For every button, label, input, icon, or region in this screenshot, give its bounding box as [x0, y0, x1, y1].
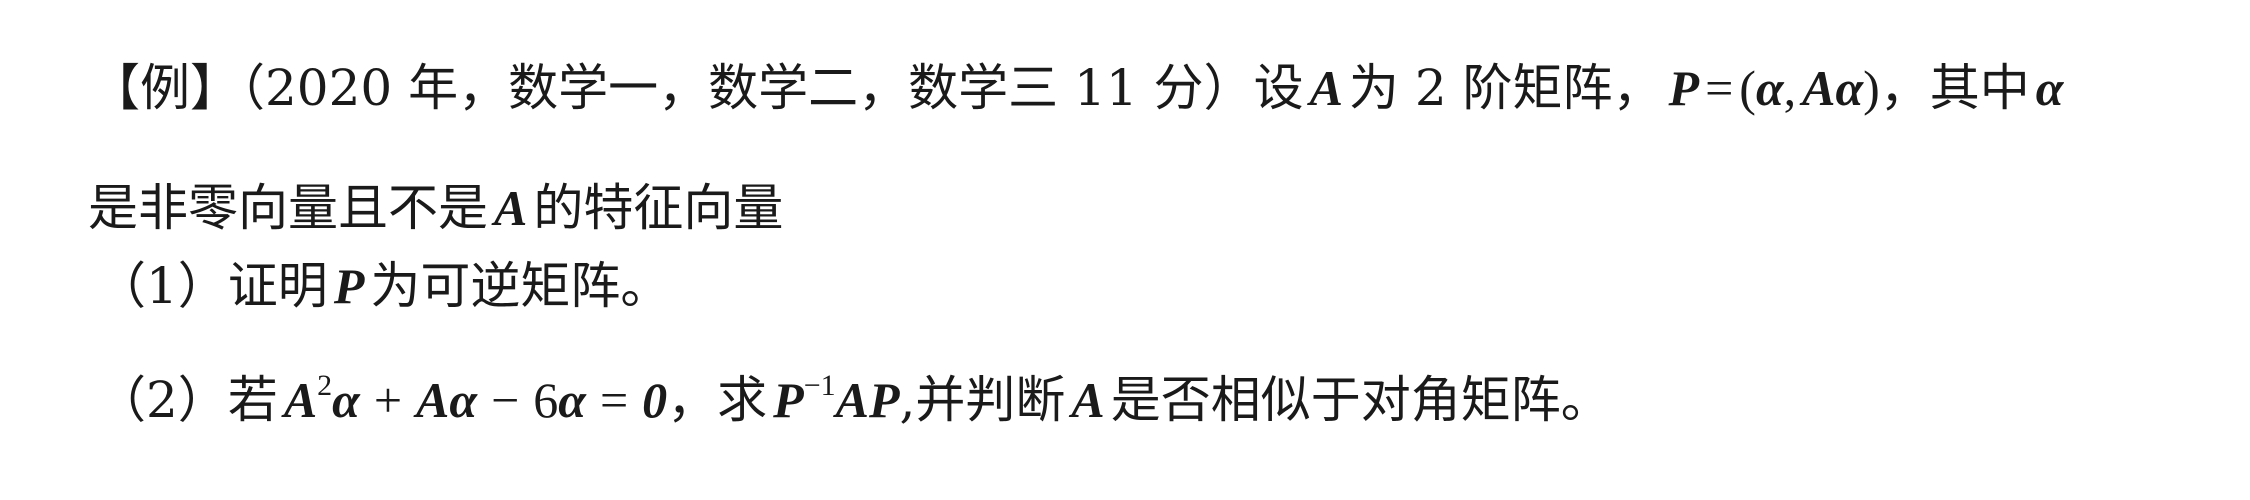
text-nonzero: 是非零向量且不是: [88, 179, 488, 237]
math-minus: −: [491, 372, 520, 428]
question-1: （1）证明 P 为可逆矩阵。: [96, 254, 670, 318]
math-equals: =: [1705, 60, 1734, 116]
source-note: （2020 年，数学一，数学二，数学三 11 分）: [240, 59, 1254, 117]
math-alpha: α: [558, 372, 586, 428]
math-lparen: (: [1739, 60, 1756, 116]
example-tag: 【例】: [90, 59, 240, 117]
text-where: ，其中: [1879, 59, 2030, 117]
text-set: 设: [1253, 59, 1304, 117]
math-alpha-end: α: [2035, 60, 2064, 116]
math-P: P: [1668, 60, 1700, 116]
text-ask: ，求: [667, 371, 768, 429]
math-A-alpha: Aα: [416, 372, 478, 428]
question-2-label: （2）若: [96, 371, 278, 429]
math-A-squared: A2: [283, 369, 333, 429]
document-page: 【例】（2020 年，数学一，数学二，数学三 11 分）设 A 为 2 阶矩阵， P =…: [0, 0, 2250, 500]
math-plus: +: [373, 372, 403, 428]
text-similar: 是否相似于对角矩阵。: [1110, 371, 1611, 429]
math-six: 6: [533, 372, 559, 428]
text-order: 为 2 阶矩阵，: [1348, 59, 1663, 117]
math-alpha: α: [332, 372, 360, 428]
problem-condition-line: 是非零向量且不是 A 的特征向量: [88, 176, 783, 240]
math-AP: AP: [835, 372, 900, 428]
math-P-inverse: P−1: [773, 369, 836, 429]
math-rparen: ): [1863, 60, 1880, 116]
math-alpha: α: [1755, 60, 1784, 116]
math-equals: =: [599, 372, 629, 428]
problem-header-line: 【例】（2020 年，数学一，数学二，数学三 11 分）设 A 为 2 阶矩阵， P =…: [90, 56, 2063, 120]
math-A: A: [494, 180, 528, 236]
question-1-text: 为可逆矩阵。: [370, 257, 671, 315]
text-judge: ,并判断: [899, 371, 1066, 429]
math-A: A: [1071, 372, 1105, 428]
math-zero: 0: [642, 372, 668, 428]
question-1-label: （1）证明: [96, 257, 328, 315]
text-eigen: 的特征向量: [533, 179, 784, 237]
math-A: A: [1309, 60, 1343, 116]
math-P: P: [333, 258, 365, 314]
math-A-alpha: Aα: [1802, 60, 1864, 116]
question-2: （2）若 A2α + Aα −6α = 0，求 P−1AP,并判断 A 是否相似于对角矩阵。: [96, 368, 1611, 432]
math-comma: ,: [1783, 60, 1797, 116]
